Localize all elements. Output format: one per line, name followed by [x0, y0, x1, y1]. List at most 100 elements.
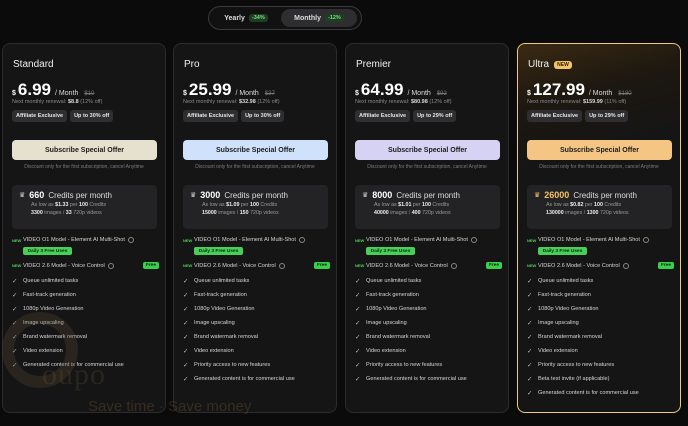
feature-text: VIDEO 2.6 Model - Voice Control [23, 262, 105, 269]
offer-tag: Affiliate Exclusive [12, 110, 68, 122]
free-badge: Free [657, 262, 674, 269]
check-icon: ✓ [183, 334, 189, 341]
info-icon[interactable] [470, 237, 477, 243]
toggle-monthly[interactable]: Monthly -12% [281, 9, 357, 27]
subscribe-button[interactable]: Subscribe Special Offer [355, 140, 500, 160]
plan-name: Standard [13, 59, 54, 70]
check-icon: ✓ [527, 334, 533, 341]
free-badge: Free [142, 262, 159, 269]
price-amount: 64.99 [360, 80, 404, 99]
currency-symbol: $ [12, 90, 16, 97]
check-icon: ✓ [12, 278, 18, 285]
yearly-discount-badge: -34% [248, 14, 268, 22]
price-period: / Month [55, 90, 79, 97]
feature-item: ✓ Queue unlimited tasks [527, 277, 674, 285]
discount-note: Discount only for the first subscription… [24, 164, 144, 170]
check-icon: ✓ [355, 376, 361, 383]
new-tag: NEW [527, 263, 537, 268]
renewal-price: $80.98 [410, 99, 428, 105]
daily-free-badge: Daily 3 Free Uses [194, 247, 243, 255]
watermark-brand: oupo [42, 358, 106, 391]
renewal-price: $159.99 [582, 99, 603, 105]
free-badge: Free [313, 262, 330, 269]
feature-text: Fast-track generation [366, 292, 419, 298]
feature-text: Priority access to new features [538, 362, 615, 368]
feature-text: VIDEO 2.6 Model - Voice Control [538, 262, 620, 269]
feature-item: NEW VIDEO 2.6 Model - Voice Control Free [12, 262, 159, 269]
per-credit-price: $1.33 [55, 202, 69, 208]
price-period: / Month [588, 90, 613, 97]
check-icon: ✓ [183, 348, 189, 355]
check-icon: ✓ [527, 306, 533, 313]
info-icon[interactable] [298, 237, 305, 243]
per-label: per [69, 202, 78, 208]
crown-icon: ♛ [362, 192, 369, 199]
original-price: $10 [84, 91, 95, 97]
feature-item: ✓ Queue unlimited tasks [183, 277, 330, 285]
info-icon[interactable] [642, 237, 649, 243]
feature-item: ✓ Priority access to new features [527, 361, 674, 369]
videos-label: 720p videos [422, 210, 451, 216]
renewal-label: Next monthly renewal: [527, 99, 582, 105]
subscribe-button[interactable]: Subscribe Special Offer [12, 140, 157, 160]
per-label: per [240, 202, 249, 208]
feature-text: Brand watermark removal [194, 334, 259, 340]
credits-label: Credits per month [396, 190, 460, 200]
original-price: $37 [264, 91, 275, 97]
videos-count: 400 [411, 210, 421, 216]
feature-text: Fast-track generation [538, 292, 591, 298]
feature-item: ✓ Priority access to new features [183, 361, 330, 369]
feature-item: ✓ 1080p Video Generation [527, 305, 674, 313]
credits-label: Credits per month [224, 190, 288, 200]
images-count: 130000 [546, 210, 564, 216]
daily-free-badge: Daily 3 Free Uses [23, 247, 72, 255]
feature-text: Priority access to new features [366, 362, 443, 368]
free-badge: Free [485, 262, 502, 269]
images-count: 3300 [31, 210, 43, 216]
discount-note: Discount only for the first subscription… [367, 164, 487, 170]
new-tag: NEW [527, 237, 537, 243]
feature-text: Image upscaling [366, 320, 407, 326]
check-icon: ✓ [183, 292, 189, 299]
check-icon: ✓ [12, 306, 18, 313]
toggle-yearly[interactable]: Yearly -34% [211, 9, 281, 27]
images-label: images / [390, 210, 411, 216]
discount-note: Discount only for the first subscription… [539, 164, 659, 170]
per-credits-number: 100 [250, 202, 259, 208]
feature-item: ✓ Brand watermark removal [355, 333, 502, 341]
price-period: / Month [407, 90, 431, 97]
per-credit-price: $1.01 [398, 202, 412, 208]
feature-item: ✓ Generated content is for commercial use [355, 375, 502, 383]
renewal-line: Next monthly renewal: $159.99 (11% off) [527, 99, 626, 105]
info-icon[interactable] [127, 237, 134, 243]
feature-text: Generated content is for commercial use [194, 376, 295, 382]
feature-text: Video extension [194, 348, 234, 354]
per-credits-word: Credits [260, 202, 278, 208]
renewal-label: Next monthly renewal: [355, 99, 410, 105]
plan-name: Ultra [528, 59, 550, 70]
videos-count: 33 [65, 210, 72, 216]
plan-name: Premier [356, 59, 392, 70]
info-icon[interactable] [450, 262, 457, 269]
offer-tag: Up to 30% off [241, 110, 285, 122]
info-icon[interactable] [622, 262, 629, 269]
credits-amount: 660 [29, 190, 45, 200]
subscribe-button[interactable]: Subscribe Special Offer [183, 140, 328, 160]
crown-icon: ♛ [19, 192, 26, 199]
new-tag: NEW [355, 263, 365, 268]
subscribe-button[interactable]: Subscribe Special Offer [527, 140, 672, 160]
feature-item: ✓ Fast-track generation [183, 291, 330, 299]
check-icon: ✓ [183, 320, 189, 327]
check-icon: ✓ [527, 362, 533, 369]
feature-item: NEW VIDEO O1 Model - Element AI Multi-Sho… [355, 237, 502, 243]
feature-text: VIDEO 2.6 Model - Voice Control [194, 262, 276, 269]
videos-label: 720p videos [599, 210, 629, 216]
original-price: $92 [436, 91, 447, 97]
info-icon[interactable] [107, 262, 114, 269]
feature-text: Priority access to new features [194, 362, 271, 368]
info-icon[interactable] [278, 262, 285, 269]
price-line: $6.99 / Month $10 [12, 80, 94, 100]
check-icon: ✓ [355, 292, 361, 299]
feature-text: Queue unlimited tasks [538, 278, 594, 284]
check-icon: ✓ [355, 306, 361, 313]
